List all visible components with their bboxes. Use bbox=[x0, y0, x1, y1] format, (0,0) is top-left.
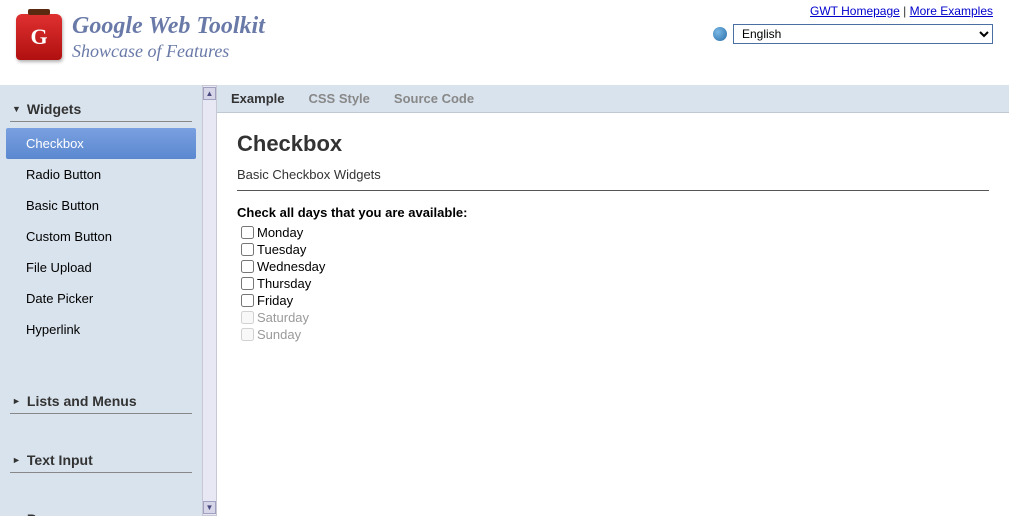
gwt-homepage-link[interactable]: GWT Homepage bbox=[810, 4, 900, 18]
language-select[interactable]: English bbox=[733, 24, 993, 44]
checkbox-label: Tuesday bbox=[257, 242, 306, 257]
widgets-items: Checkbox Radio Button Basic Button Custo… bbox=[6, 122, 196, 345]
section-popups[interactable]: ► Popups bbox=[10, 505, 192, 516]
header: GWT Homepage | More Examples English G G… bbox=[0, 0, 1009, 85]
checkbox-monday[interactable]: Monday bbox=[237, 224, 989, 241]
sidebar: ▼ Widgets Checkbox Radio Button Basic Bu… bbox=[0, 85, 202, 516]
sidebar-item-hyperlink[interactable]: Hyperlink bbox=[6, 314, 196, 345]
logo-icon: G bbox=[16, 14, 62, 60]
section-label: Popups bbox=[27, 511, 78, 516]
sidebar-item-custom-button[interactable]: Custom Button bbox=[6, 221, 196, 252]
title-stack: Google Web Toolkit Showcase of Features bbox=[72, 12, 265, 62]
sidebar-wrap: ▼ Widgets Checkbox Radio Button Basic Bu… bbox=[0, 85, 217, 516]
sidebar-item-basic-button[interactable]: Basic Button bbox=[6, 190, 196, 221]
section-widgets[interactable]: ▼ Widgets bbox=[10, 95, 192, 122]
tab-example[interactable]: Example bbox=[231, 91, 284, 106]
checkbox-label: Sunday bbox=[257, 327, 301, 342]
checkbox-label: Friday bbox=[257, 293, 293, 308]
checkbox-sunday: Sunday bbox=[237, 326, 989, 343]
top-links: GWT Homepage | More Examples bbox=[810, 4, 993, 18]
section-label: Lists and Menus bbox=[27, 393, 137, 409]
checkbox-label: Thursday bbox=[257, 276, 311, 291]
tabbar: Example CSS Style Source Code bbox=[217, 85, 1009, 113]
more-examples-link[interactable]: More Examples bbox=[910, 4, 993, 18]
section-label: Text Input bbox=[27, 452, 93, 468]
checkbox-input bbox=[241, 311, 254, 324]
checkbox-tuesday[interactable]: Tuesday bbox=[237, 241, 989, 258]
tab-css-style[interactable]: CSS Style bbox=[308, 91, 369, 106]
checkbox-input[interactable] bbox=[241, 277, 254, 290]
checkbox-label: Monday bbox=[257, 225, 303, 240]
checkbox-friday[interactable]: Friday bbox=[237, 292, 989, 309]
checkbox-label: Saturday bbox=[257, 310, 309, 325]
section-label: Widgets bbox=[27, 101, 81, 117]
checkbox-saturday: Saturday bbox=[237, 309, 989, 326]
main: Example CSS Style Source Code Checkbox B… bbox=[217, 85, 1009, 516]
checkbox-input[interactable] bbox=[241, 294, 254, 307]
checkbox-thursday[interactable]: Thursday bbox=[237, 275, 989, 292]
section-text-input[interactable]: ► Text Input bbox=[10, 446, 192, 473]
link-separator: | bbox=[900, 4, 910, 18]
scroll-up-icon[interactable]: ▲ bbox=[203, 87, 216, 100]
globe-icon bbox=[713, 27, 727, 41]
checkbox-prompt: Check all days that you are available: bbox=[237, 205, 989, 220]
body-area: ▼ Widgets Checkbox Radio Button Basic Bu… bbox=[0, 85, 1009, 516]
language-row: English bbox=[713, 24, 993, 44]
sidebar-item-date-picker[interactable]: Date Picker bbox=[6, 283, 196, 314]
checkbox-wednesday[interactable]: Wednesday bbox=[237, 258, 989, 275]
section-lists-and-menus[interactable]: ► Lists and Menus bbox=[10, 387, 192, 414]
logo-letter: G bbox=[30, 24, 47, 50]
sidebar-item-radio-button[interactable]: Radio Button bbox=[6, 159, 196, 190]
page-title: Checkbox bbox=[237, 131, 989, 157]
content: Checkbox Basic Checkbox Widgets Check al… bbox=[217, 113, 1009, 361]
checkbox-input[interactable] bbox=[241, 260, 254, 273]
chevron-down-icon: ▼ bbox=[12, 104, 21, 114]
chevron-right-icon: ► bbox=[12, 396, 21, 406]
app-title: Google Web Toolkit bbox=[72, 12, 265, 41]
tab-source-code[interactable]: Source Code bbox=[394, 91, 474, 106]
scroll-down-icon[interactable]: ▼ bbox=[203, 501, 216, 514]
checkbox-input bbox=[241, 328, 254, 341]
page-description: Basic Checkbox Widgets bbox=[237, 167, 989, 182]
app-subtitle: Showcase of Features bbox=[72, 41, 265, 63]
checkbox-input[interactable] bbox=[241, 226, 254, 239]
checkbox-input[interactable] bbox=[241, 243, 254, 256]
sidebar-scrollbar[interactable]: ▲ ▼ bbox=[202, 85, 217, 516]
sidebar-item-file-upload[interactable]: File Upload bbox=[6, 252, 196, 283]
divider bbox=[237, 190, 989, 191]
sidebar-item-checkbox[interactable]: Checkbox bbox=[6, 128, 196, 159]
checkbox-label: Wednesday bbox=[257, 259, 325, 274]
chevron-right-icon: ► bbox=[12, 455, 21, 465]
